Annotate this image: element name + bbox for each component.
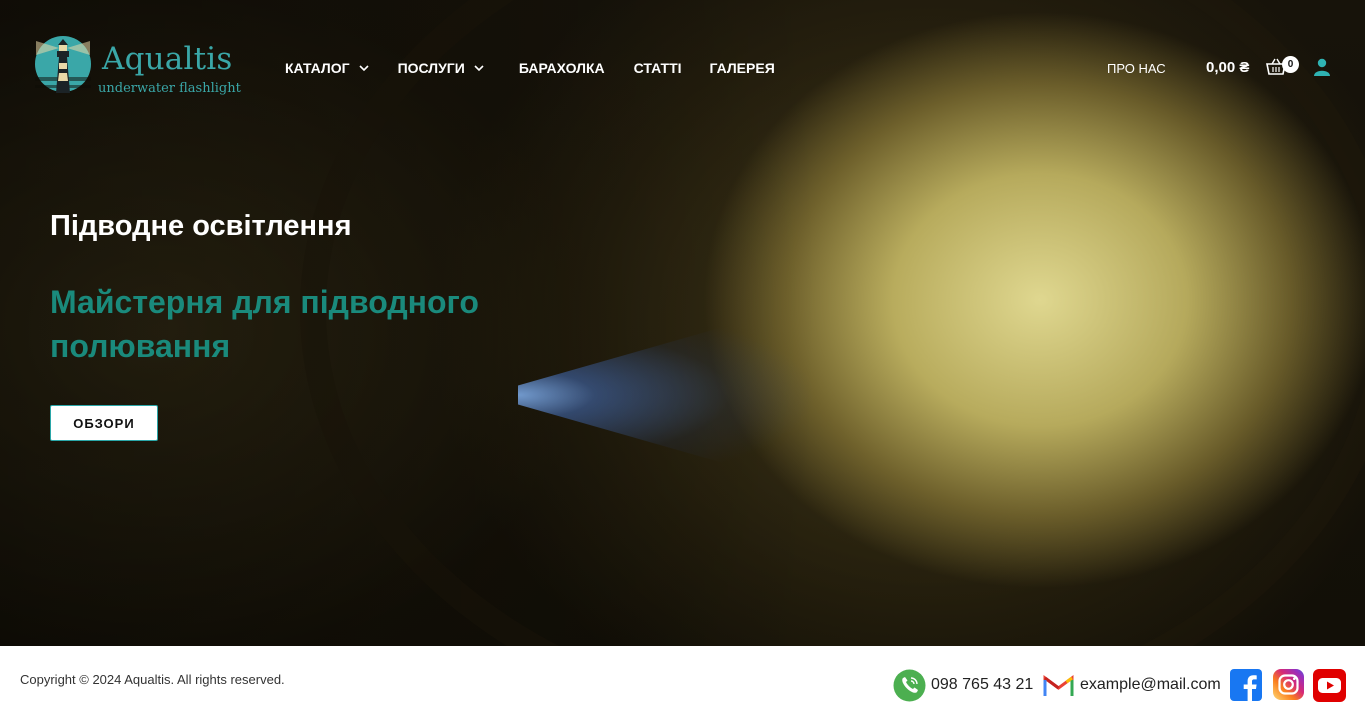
lighthouse-logo-icon <box>35 36 91 93</box>
nav-item-label: ГАЛЕРЕЯ <box>709 60 775 76</box>
site-header: Aqualtis underwater flashlight КАТАЛОГ П… <box>0 0 1365 134</box>
nav-item-label: КАТАЛОГ <box>285 60 350 76</box>
hero-subtitle: Підводне освітлення <box>50 210 352 242</box>
footer-phone[interactable]: 098 765 43 21 <box>931 676 1033 694</box>
nav-item-label: ПОСЛУГИ <box>397 60 465 76</box>
instagram-icon[interactable] <box>1273 669 1304 700</box>
site-logo[interactable]: Aqualtis underwater flashlight <box>34 35 241 101</box>
cart-total[interactable]: 0,00 ₴ <box>1206 59 1249 76</box>
main-navigation: КАТАЛОГ ПОСЛУГИ БАРАХОЛКА СТАТТІ ГАЛЕРЕЯ <box>285 59 775 77</box>
copyright-text: Copyright © 2024 Aqualtis. All rights re… <box>20 672 285 687</box>
nav-item-flea-market[interactable]: БАРАХОЛКА <box>519 59 605 77</box>
user-icon[interactable] <box>1313 58 1331 76</box>
reviews-button[interactable]: ОБЗОРИ <box>50 405 158 441</box>
mail-icon[interactable] <box>1043 674 1074 697</box>
nav-item-gallery[interactable]: ГАЛЕРЕЯ <box>710 59 775 77</box>
brand-name: Aqualtis <box>102 41 233 77</box>
cart-count-badge: 0 <box>1282 56 1299 73</box>
nav-item-label: БАРАХОЛКА <box>518 60 605 76</box>
nav-item-articles[interactable]: СТАТТІ <box>634 59 682 77</box>
nav-item-label: СТАТТІ <box>633 60 682 76</box>
chevron-down-icon <box>358 65 369 72</box>
nav-item-services[interactable]: ПОСЛУГИ <box>398 59 485 77</box>
chevron-down-icon <box>474 65 484 72</box>
footer-email[interactable]: example@mail.com <box>1080 676 1221 694</box>
nav-about-link[interactable]: ПРО НАС <box>1107 61 1166 76</box>
hero-title: Майстерня для підводного полювання <box>50 284 479 364</box>
youtube-icon[interactable] <box>1313 669 1346 702</box>
phone-icon[interactable] <box>893 669 926 702</box>
site-footer: Copyright © 2024 Aqualtis. All rights re… <box>0 646 1365 719</box>
nav-item-catalog[interactable]: КАТАЛОГ <box>285 59 370 77</box>
facebook-icon[interactable] <box>1230 669 1262 701</box>
brand-tagline: underwater flashlight <box>98 81 241 96</box>
